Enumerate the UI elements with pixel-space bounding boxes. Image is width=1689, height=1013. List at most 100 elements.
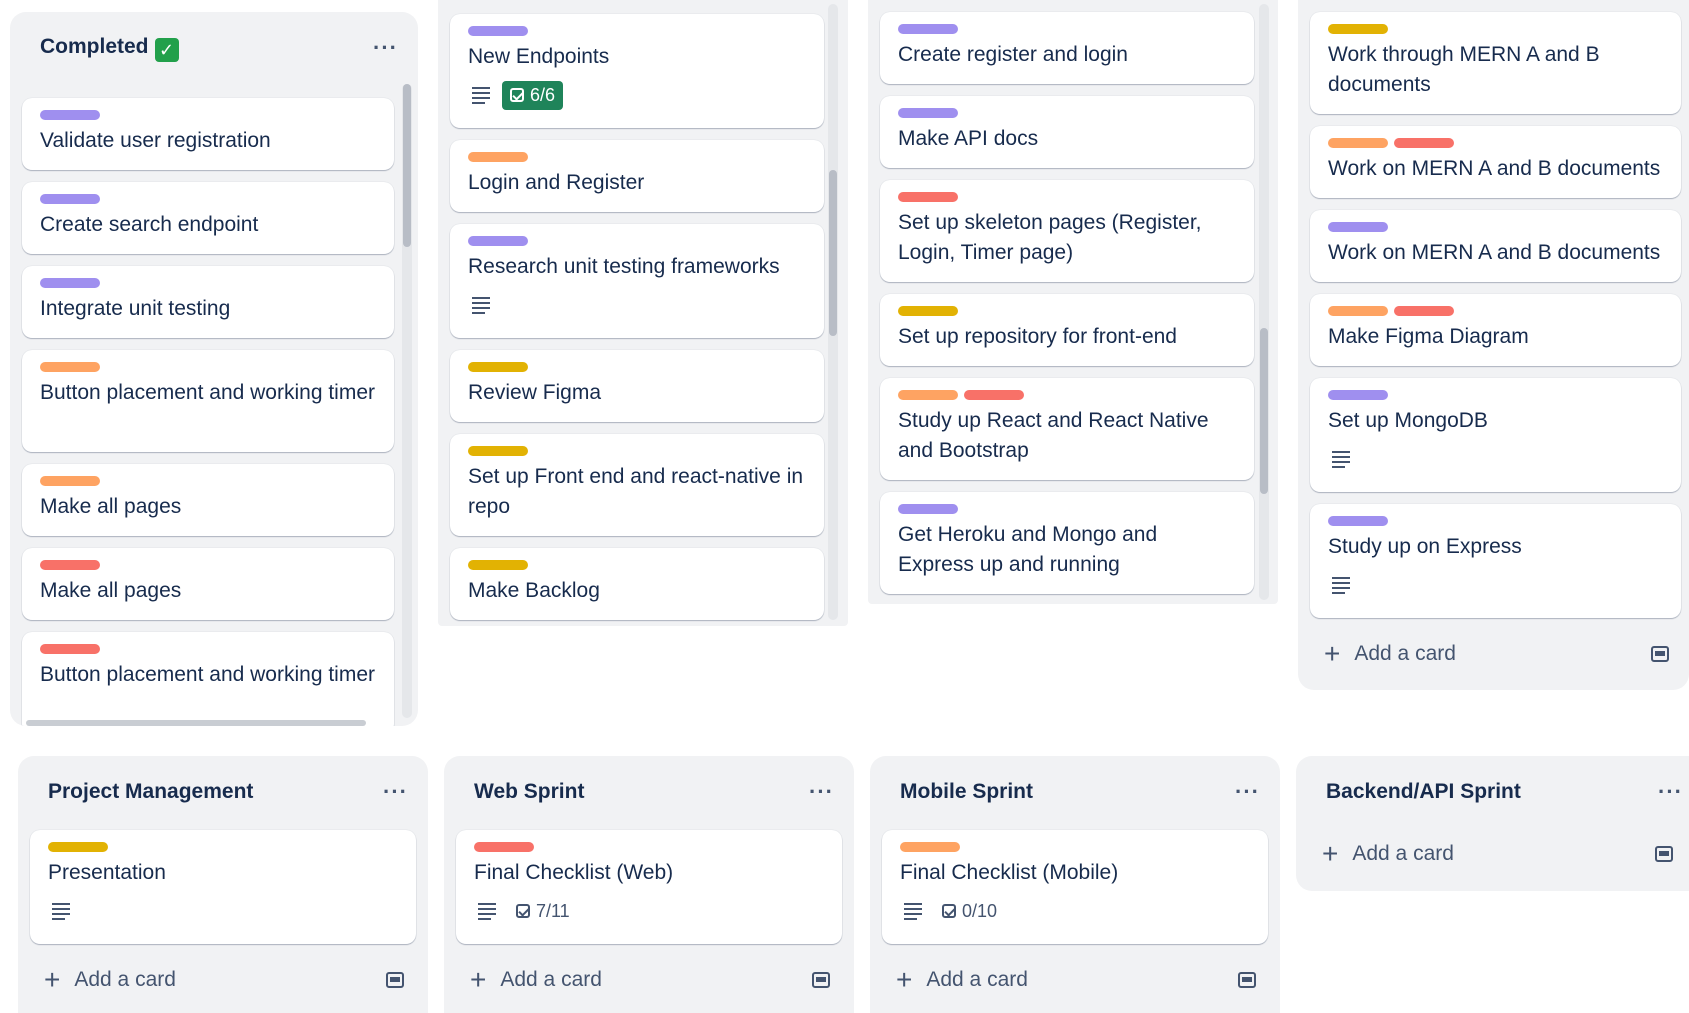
card[interactable]: Validate user registration [22,98,394,170]
label-orange [1328,138,1388,148]
scrollbar-thumb[interactable] [829,170,837,336]
list-scrollbar[interactable] [828,4,838,620]
card[interactable]: Review Figma [450,350,824,422]
scrollbar-thumb[interactable] [1260,328,1268,494]
card[interactable]: New Endpoints 6/6 [450,14,824,128]
label-yellow [468,560,528,570]
label-orange [40,476,100,486]
scrollbar-thumb[interactable] [403,84,411,247]
card-title: Review Figma [468,381,602,404]
label-purple [468,26,528,36]
label-orange [468,152,528,162]
list-column-2: New Endpoints 6/6 Login and Register Res… [438,0,848,626]
card-template-icon[interactable] [1651,646,1669,662]
description-icon [1332,576,1350,594]
card[interactable]: Make all pages [22,548,394,620]
horizontal-scrollbar[interactable] [26,720,366,726]
card-title: Make Figma Diagram [1328,325,1529,348]
list-header: Mobile Sprint ··· [870,756,1280,828]
card[interactable]: Study up React and React Native and Boot… [880,378,1254,480]
list-menu-button[interactable]: ··· [373,35,398,61]
label-purple [468,236,528,246]
card[interactable]: Login and Register [450,140,824,212]
list-menu-button[interactable]: ··· [1235,779,1260,805]
card[interactable]: Final Checklist (Mobile) 0/10 [882,830,1268,944]
list-scrollbar[interactable] [402,84,412,718]
list-column-4: Work through MERN A and B documents Work… [1298,0,1689,690]
list-menu-button[interactable]: ··· [1658,779,1683,805]
card[interactable]: Make Figma Diagram [1310,294,1681,366]
card[interactable]: Work through MERN A and B documents [1310,12,1681,114]
label-orange [40,362,100,372]
card-title: Set up repository for front-end [898,325,1177,348]
label-orange [900,842,960,852]
card[interactable]: Button placement and working timer [22,632,394,726]
list-title[interactable]: Project Management [48,780,253,804]
add-card-label: Add a card [1354,642,1456,665]
card-title: Work on MERN A and B documents [1328,241,1661,264]
card[interactable]: Make API docs [880,96,1254,168]
card[interactable]: Study up on Express [1310,504,1681,618]
card[interactable]: Button placement and working timer [22,350,394,452]
list-menu-button[interactable]: ··· [383,779,408,805]
label-purple [898,504,958,514]
card-badges: 0/10 [900,894,1252,928]
card[interactable]: Make all pages [22,464,394,536]
label-red [964,390,1024,400]
list-menu-button[interactable]: ··· [809,779,834,805]
add-card-button[interactable]: + Add a card [30,958,416,1002]
card-template-icon[interactable] [1238,972,1256,988]
label-purple [40,194,100,204]
list-header: Web Sprint ··· [444,756,854,828]
card-title: Work on MERN A and B documents [1328,157,1661,180]
list-backend-api-sprint: Backend/API Sprint ··· + Add a card [1296,756,1689,891]
description-icon [478,902,496,920]
card-badges [1328,568,1665,602]
add-card-button[interactable]: + Add a card [1308,832,1685,876]
label-purple [1328,222,1388,232]
card[interactable]: Set up Front end and react-native in rep… [450,434,824,536]
card-title: New Endpoints [468,45,610,68]
card[interactable]: Work on MERN A and B documents [1310,210,1681,282]
card-title: Work through MERN A and B documents [1328,43,1600,96]
card[interactable]: Set up MongoDB [1310,378,1681,492]
card-title: Create search endpoint [40,213,259,236]
card[interactable]: Work on MERN A and B documents [1310,126,1681,198]
add-card-label: Add a card [500,968,602,991]
add-card-button[interactable]: + Add a card [456,958,842,1002]
card[interactable]: Create search endpoint [22,182,394,254]
card[interactable]: Set up repository for front-end [880,294,1254,366]
list-title[interactable]: Backend/API Sprint [1326,780,1521,804]
list-title[interactable]: Web Sprint [474,780,584,804]
label-purple [40,110,100,120]
add-card-button[interactable]: + Add a card [1310,632,1681,676]
card[interactable]: Presentation [30,830,416,944]
label-purple [898,108,958,118]
card[interactable]: Research unit testing frameworks [450,224,824,338]
card-title: Make Backlog [468,579,600,602]
label-red [898,192,958,202]
label-red [1394,306,1454,316]
card[interactable]: Create register and login [880,12,1254,84]
label-orange [898,390,958,400]
card-title: Research unit testing frameworks [468,255,780,278]
add-card-button[interactable]: + Add a card [882,958,1268,1002]
card-template-icon[interactable] [386,972,404,988]
list-scrollbar[interactable] [1259,4,1269,600]
card-template-icon[interactable] [1655,846,1673,862]
card[interactable]: Integrate unit testing [22,266,394,338]
card-template-icon[interactable] [812,972,830,988]
label-red [40,644,100,654]
list-project-management: Project Management ··· Presentation + Add… [18,756,428,1013]
plus-icon: + [896,964,913,995]
card[interactable]: Make Backlog [450,548,824,620]
list-title[interactable]: Mobile Sprint [900,780,1033,804]
list-title[interactable]: Completed ✓ [40,35,179,62]
card-title: Presentation [48,861,166,884]
card[interactable]: Get Heroku and Mongo and Express up and … [880,492,1254,594]
card[interactable]: Final Checklist (Web) 7/11 [456,830,842,944]
card-title: Button placement and working timer [40,663,376,686]
checklist-icon [942,904,956,918]
card[interactable]: Set up skeleton pages (Register, Login, … [880,180,1254,282]
list-column-3: Create register and login Make API docs … [868,0,1278,604]
